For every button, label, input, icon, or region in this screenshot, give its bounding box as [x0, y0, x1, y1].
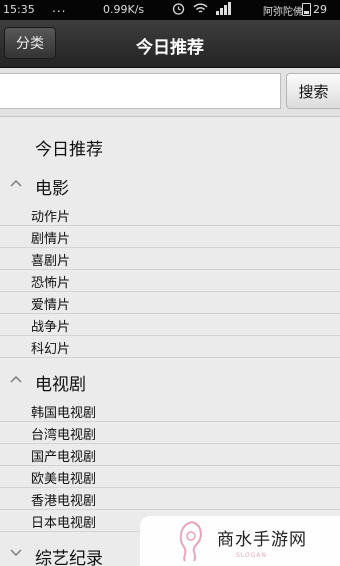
status-icons [172, 2, 232, 15]
status-time: 15:35 [3, 3, 35, 16]
list-item[interactable]: 香港电视剧 [0, 488, 340, 510]
search-input[interactable] [0, 73, 281, 109]
category-button[interactable]: 分类 [4, 27, 56, 59]
list-item[interactable]: 爱情片 [0, 292, 340, 314]
list-item[interactable]: 喜剧片 [0, 248, 340, 270]
group-label: 电影 [35, 179, 69, 199]
list-item[interactable]: 科幻片 [0, 336, 340, 358]
list-item[interactable]: 国产电视剧 [0, 444, 340, 466]
chevron-up-icon [10, 376, 22, 383]
battery-icon [302, 3, 311, 16]
network-speed: 0.99K/s [103, 3, 145, 16]
list-item[interactable]: 恐怖片 [0, 270, 340, 292]
signal-icon [216, 2, 231, 15]
list-item-label: 喜剧片 [31, 254, 71, 269]
list-item-label: 日本电视剧 [31, 516, 97, 531]
chevron-down-icon [10, 549, 22, 556]
list-item-label: 香港电视剧 [31, 494, 97, 509]
search-button[interactable]: 搜索 [286, 73, 340, 109]
list-item[interactable]: 剧情片 [0, 226, 340, 248]
watermark-logo-icon [179, 521, 202, 562]
list-item-label: 恐怖片 [31, 276, 71, 291]
list-item-label: 韩国电视剧 [31, 406, 97, 421]
title-bar: 分类 今日推荐 [0, 20, 340, 68]
battery-level: 29 [313, 3, 327, 16]
wifi-icon [193, 3, 208, 13]
list-item-label: 台湾电视剧 [31, 428, 97, 443]
list-item[interactable]: 欧美电视剧 [0, 466, 340, 488]
watermark-text: 商水手游网 [217, 530, 307, 550]
list-item-label: 战争片 [31, 320, 71, 335]
group-label: 电视剧 [35, 375, 86, 395]
chevron-up-icon [10, 180, 22, 187]
list-item-label: 国产电视剧 [31, 450, 97, 465]
list-item-label: 爱情片 [31, 298, 71, 313]
list-item[interactable]: 动作片 [0, 204, 340, 226]
list-item-label: 欧美电视剧 [31, 472, 97, 487]
status-bar: 15:35 ... 0.99K/s 阿弥陀佛 29 [0, 0, 340, 20]
group-header-tv-series[interactable]: 电视剧 [0, 364, 340, 398]
status-dots: ... [52, 1, 67, 15]
list-item-label: 科幻片 [31, 342, 71, 357]
list-item-label: 动作片 [31, 210, 71, 225]
group-header-movies[interactable]: 电影 [0, 168, 340, 202]
list-item-label: 剧情片 [31, 232, 71, 247]
search-bar: 搜索 [0, 68, 340, 117]
alarm-clock-icon [172, 3, 185, 15]
today-recommend-item[interactable]: 今日推荐 [35, 135, 103, 160]
list-item[interactable]: 战争片 [0, 314, 340, 336]
category-list: 今日推荐 电影 动作片 剧情片 喜剧片 恐怖片 爱情片 战争片 科幻片 电视剧 … [0, 118, 340, 566]
carrier-name: 阿弥陀佛 [263, 7, 303, 18]
list-item[interactable]: 韩国电视剧 [0, 400, 340, 422]
battery-indicator: 29 [302, 3, 327, 16]
group-label: 综艺纪录 [35, 549, 103, 566]
list-item[interactable]: 台湾电视剧 [0, 422, 340, 444]
watermark-slogan: SLOGAN [236, 552, 267, 559]
watermark: 商水手游网 SLOGAN [140, 516, 340, 566]
